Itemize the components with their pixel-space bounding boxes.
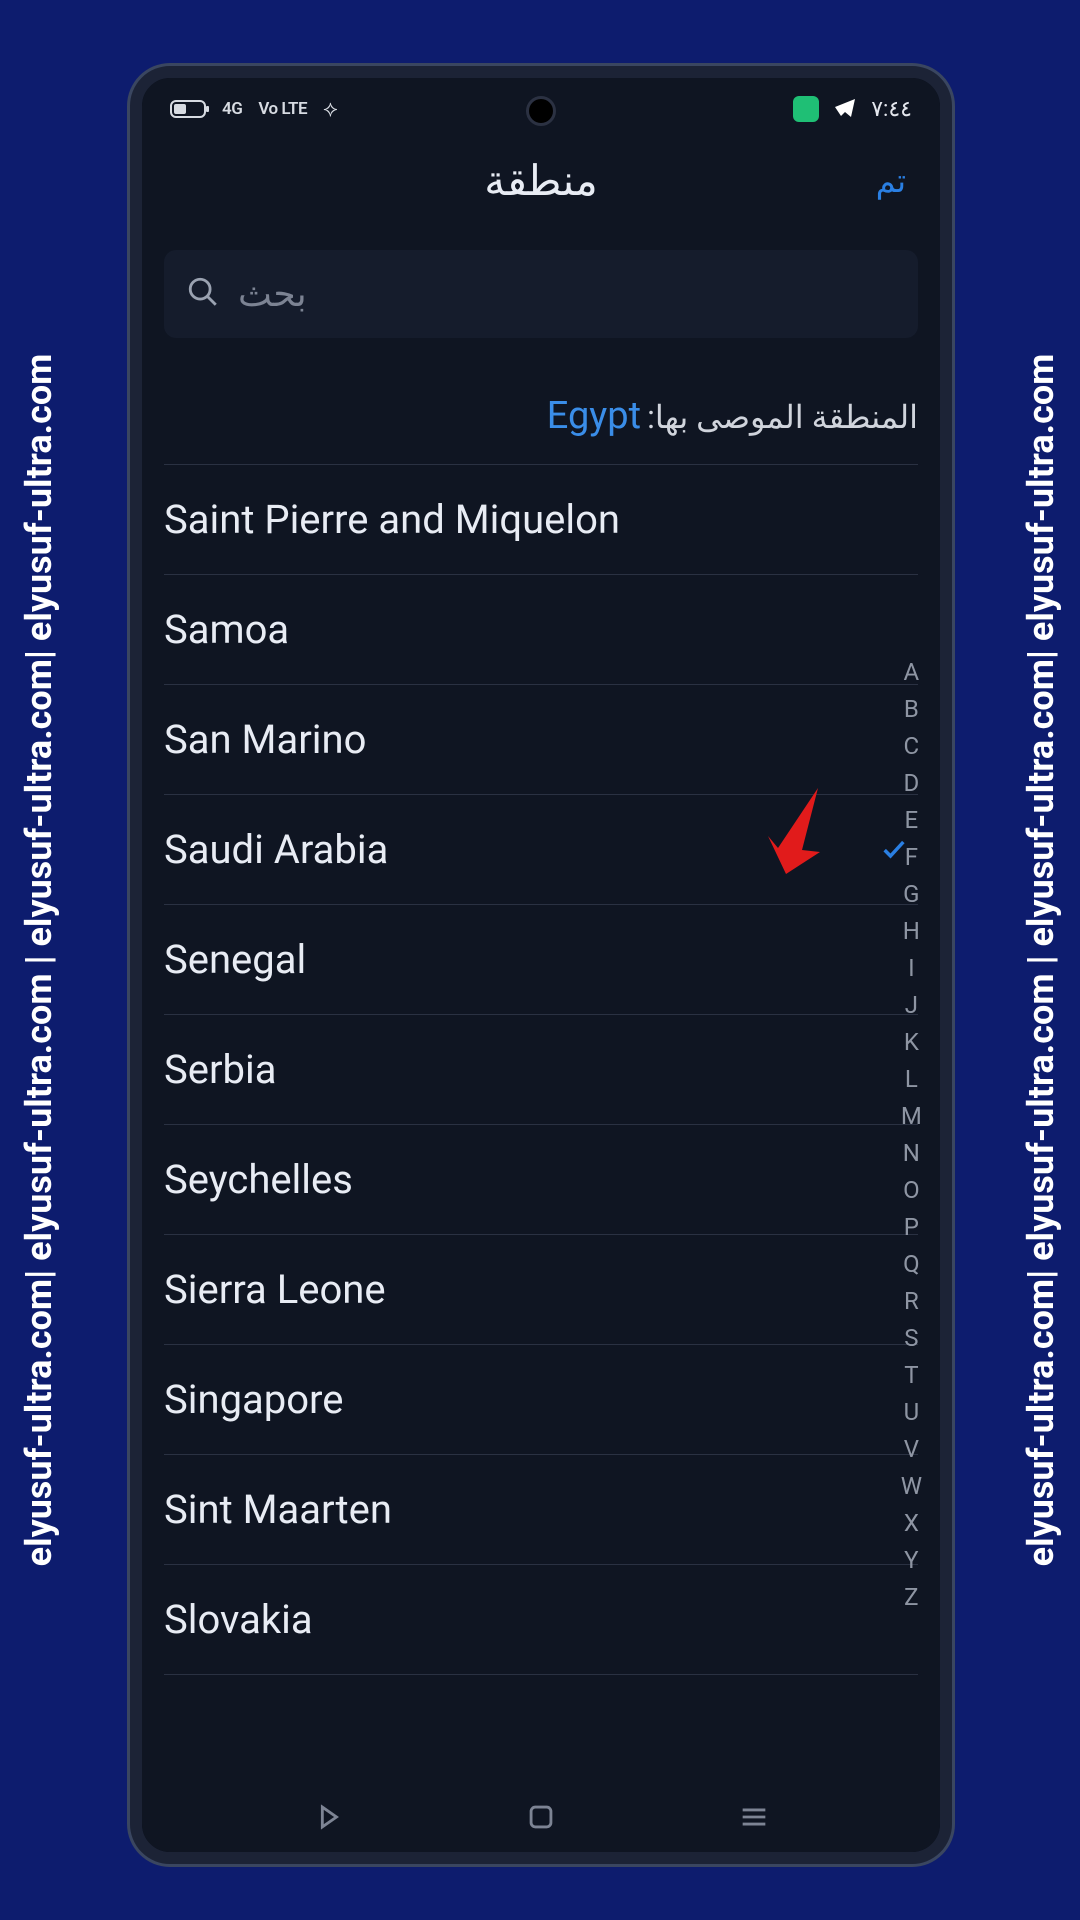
list-item[interactable]: Saudi Arabia	[164, 795, 918, 905]
alpha-letter[interactable]: C	[904, 732, 920, 760]
list-item[interactable]: Senegal	[164, 905, 918, 1015]
phone-screen: 4G Vo LTE ⟡ ٧:٤٤ منطقة تم بحث	[142, 78, 940, 1852]
alpha-letter[interactable]: B	[904, 695, 919, 723]
recommended-value: Egypt	[547, 394, 641, 438]
alpha-letter[interactable]: E	[905, 806, 919, 834]
clock-text: ٧:٤٤	[871, 97, 912, 122]
list-item[interactable]: Sierra Leone	[164, 1235, 918, 1345]
country-name: Senegal	[164, 936, 306, 983]
list-item[interactable]: Slovakia	[164, 1565, 918, 1675]
alpha-letter[interactable]: O	[903, 1176, 920, 1204]
recommended-region[interactable]: المنطقة الموصى بها: Egypt	[164, 394, 918, 465]
phone-frame: 4G Vo LTE ⟡ ٧:٤٤ منطقة تم بحث	[130, 66, 952, 1864]
search-placeholder: بحث	[238, 273, 307, 315]
country-name: Saint Pierre and Miquelon	[164, 496, 620, 543]
list-item[interactable]: Samoa	[164, 575, 918, 685]
search-input[interactable]: بحث	[164, 250, 918, 338]
alpha-letter[interactable]: X	[904, 1509, 919, 1537]
page-title: منطقة	[484, 156, 597, 206]
country-name: Seychelles	[164, 1156, 353, 1203]
list-item[interactable]: Sint Maarten	[164, 1455, 918, 1565]
signal-4g-icon: 4G	[222, 99, 242, 119]
nav-back-icon[interactable]	[311, 1800, 345, 1838]
country-name: Samoa	[164, 606, 289, 653]
scroll-area[interactable]: بحث المنطقة الموصى بها: Egypt Saint Pier…	[142, 228, 940, 1786]
list-item[interactable]: Serbia	[164, 1015, 918, 1125]
alpha-letter[interactable]: F	[905, 843, 918, 871]
status-right: ٧:٤٤	[793, 95, 912, 124]
alpha-letter[interactable]: H	[903, 917, 920, 945]
country-name: San Marino	[164, 716, 366, 763]
bluetooth-icon: ⟡	[323, 97, 338, 122]
alpha-letter[interactable]: A	[904, 658, 920, 686]
country-name: Sint Maarten	[164, 1486, 392, 1533]
nav-recents-icon[interactable]	[737, 1800, 771, 1838]
watermark-left: elyusuf-ultra.com| elyusuf-ultra.com | e…	[18, 354, 60, 1567]
alpha-letter[interactable]: R	[904, 1287, 919, 1315]
navigation-bar	[142, 1786, 940, 1852]
search-icon	[186, 275, 220, 313]
alpha-letter[interactable]: G	[903, 880, 919, 908]
country-name: Serbia	[164, 1046, 276, 1093]
alpha-letter[interactable]: L	[905, 1065, 918, 1093]
alpha-letter[interactable]: M	[901, 1102, 922, 1130]
alpha-letter[interactable]: U	[904, 1398, 920, 1426]
page-header: منطقة تم	[142, 140, 940, 222]
country-name: Slovakia	[164, 1596, 313, 1643]
watermark-right: elyusuf-ultra.com| elyusuf-ultra.com | e…	[1020, 354, 1062, 1567]
alpha-letter[interactable]: Q	[903, 1250, 920, 1278]
alpha-letter[interactable]: J	[905, 991, 918, 1019]
country-list: Saint Pierre and Miquelon Samoa San Marino…	[164, 465, 918, 1675]
nav-home-icon[interactable]	[524, 1800, 558, 1838]
alpha-letter[interactable]: D	[903, 769, 919, 797]
alpha-letter[interactable]: K	[904, 1028, 919, 1056]
alpha-letter[interactable]: S	[904, 1324, 918, 1352]
alpha-letter[interactable]: W	[901, 1472, 922, 1500]
country-name: Saudi Arabia	[164, 826, 388, 873]
done-button[interactable]: تم	[876, 162, 906, 200]
alpha-letter[interactable]: Z	[904, 1583, 918, 1611]
list-item[interactable]: Seychelles	[164, 1125, 918, 1235]
alpha-letter[interactable]: T	[904, 1361, 918, 1389]
battery-icon	[170, 100, 206, 118]
alpha-letter[interactable]: N	[903, 1139, 920, 1167]
country-name: Singapore	[164, 1376, 343, 1423]
camera-hole	[526, 96, 556, 126]
list-item[interactable]: Singapore	[164, 1345, 918, 1455]
alpha-letter[interactable]: I	[908, 954, 915, 982]
alpha-letter[interactable]: Y	[904, 1546, 918, 1574]
recommended-label: المنطقة الموصى بها:	[647, 398, 918, 436]
status-left: 4G Vo LTE ⟡	[170, 97, 338, 122]
list-item[interactable]: Saint Pierre and Miquelon	[164, 465, 918, 575]
list-item[interactable]: San Marino	[164, 685, 918, 795]
app-badge-icon	[793, 96, 819, 122]
alpha-index[interactable]: ABCDEFGHIJKLMNOPQRSTUVWXYZ	[901, 658, 922, 1611]
alpha-letter[interactable]: V	[904, 1435, 919, 1463]
volte-icon: Vo LTE	[258, 99, 307, 119]
country-name: Sierra Leone	[164, 1266, 386, 1313]
alpha-letter[interactable]: P	[904, 1213, 919, 1241]
telegram-icon	[833, 95, 857, 124]
